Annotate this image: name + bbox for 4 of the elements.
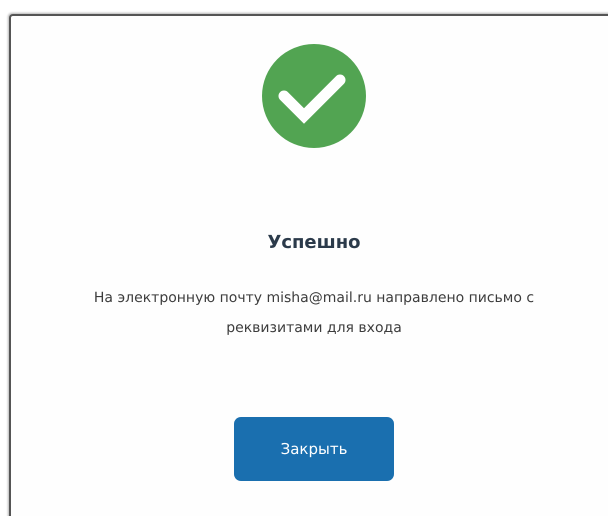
close-button[interactable]: Закрыть	[234, 417, 394, 481]
check-circle-icon	[262, 44, 366, 148]
dialog-message: На электронную почту misha@mail.ru направлено письмо с реквизитами для входа	[92, 289, 536, 338]
dialog-title: Успешно	[267, 232, 361, 253]
